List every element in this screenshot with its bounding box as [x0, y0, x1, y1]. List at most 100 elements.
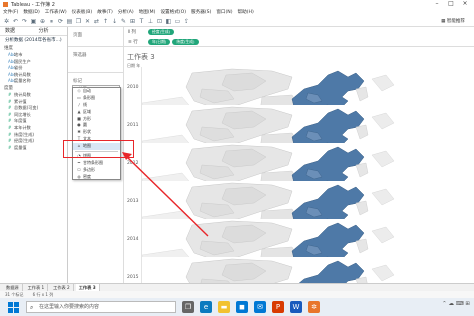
minimize-icon[interactable]: – — [430, 0, 444, 8]
field-item[interactable]: # 同比增长 — [0, 112, 67, 119]
mark-type-option[interactable]: ✱ 形状 — [73, 129, 120, 136]
mark-type-option[interactable]: ◍ 密度 — [73, 174, 120, 181]
menu-item-9[interactable]: 窗口(N) — [216, 9, 232, 15]
sort-desc-icon[interactable]: ↓ — [111, 18, 118, 25]
field-label: 地市 — [14, 52, 23, 57]
field-item[interactable]: # 总数据(可变) — [0, 105, 67, 112]
sheet-tab[interactable]: 工作表 2 — [50, 284, 74, 291]
pill-longitude[interactable]: 经度(生成) — [148, 29, 175, 35]
columns-shelf[interactable]: ⦀ 列 经度(生成) — [124, 27, 474, 37]
swap-icon[interactable]: ⇄ — [93, 18, 100, 25]
menu-item-0[interactable]: 文件(F) — [3, 9, 18, 15]
clear-sheet-icon[interactable]: ✕ — [84, 18, 91, 25]
sheet-tab[interactable]: 工作表 1 — [25, 284, 49, 291]
pill-year[interactable]: 年(日期) — [148, 39, 171, 45]
tableau-taskbar-icon[interactable]: ✲ — [308, 301, 320, 313]
windows-start-icon[interactable] — [6, 300, 20, 314]
pages-card[interactable]: 页面 — [68, 27, 124, 47]
sheet-tab[interactable]: 数据源 — [3, 284, 23, 291]
menu-item-10[interactable]: 帮助(H) — [238, 9, 254, 15]
run-update-icon[interactable]: ⟳ — [57, 18, 64, 25]
status-rows-cols: 6 行 x 1 列 — [32, 292, 54, 297]
field-item[interactable]: # 度量值 — [0, 145, 67, 152]
field-label: 经度(生成) — [14, 138, 35, 144]
store-icon[interactable]: ◼ — [236, 301, 248, 313]
field-item[interactable]: Abc 统计局数 — [0, 72, 67, 79]
rows-shelf[interactable]: ≡ 行 年(日期) 纬度(生成) — [124, 37, 474, 47]
mark-type-option[interactable]: ⬠ 多边形 — [73, 167, 120, 174]
mark-type-option[interactable]: ═ 甘特条形图 — [73, 160, 120, 167]
mark-type-label: 多边形 — [83, 166, 95, 172]
fit-icon[interactable]: ⊡ — [156, 18, 163, 25]
maximize-icon[interactable]: □ — [444, 0, 458, 8]
task-view-icon[interactable]: ❐ — [182, 301, 194, 313]
row-year-label: 2014 — [127, 237, 139, 242]
mark-type-option[interactable]: ∕ 线 — [73, 102, 120, 109]
field-item[interactable]: Abc 国民生产 — [0, 59, 67, 66]
mark-type-option[interactable]: ▭ 条形图 — [73, 95, 120, 102]
edge-icon[interactable]: e — [200, 301, 212, 313]
powerpoint-icon[interactable]: P — [272, 301, 284, 313]
pill-latitude[interactable]: 纬度(生成) — [172, 39, 199, 45]
field-item[interactable]: # 统计局数 — [0, 92, 67, 99]
field-item[interactable]: Abc 度量名称 — [0, 78, 67, 85]
mark-type-option[interactable]: ● 圆 — [73, 122, 120, 129]
new-sheet-icon[interactable]: ▤ — [66, 18, 73, 25]
duplicate-sheet-icon[interactable]: ❐ — [75, 18, 82, 25]
sheet-tab[interactable]: 工作表 3 — [75, 284, 100, 291]
tableau-home-icon[interactable]: ✲ — [3, 18, 10, 25]
taskbar-search-input[interactable]: ⌕ 在这里输入你要搜索的内容 — [26, 301, 176, 313]
field-item[interactable]: Abc 省份 — [0, 65, 67, 72]
filters-card-label: 筛选器 — [73, 53, 87, 58]
window-title: Tableau - 工作簿 2 — [11, 1, 55, 8]
mark-type-icon: ═ — [77, 159, 81, 165]
field-label: 省份 — [14, 65, 23, 71]
mark-type-icon: ■ — [77, 115, 81, 121]
menu-item-4[interactable]: 故事(T) — [97, 9, 113, 15]
mark-type-label: 线 — [83, 101, 87, 107]
group-icon[interactable]: ⊞ — [129, 18, 136, 25]
menu-item-6[interactable]: 地图(M) — [139, 9, 156, 15]
file-explorer-icon[interactable]: ▬ — [218, 301, 230, 313]
field-item[interactable]: # 本年计数 — [0, 125, 67, 132]
field-item[interactable]: Abc 地市 — [0, 52, 67, 59]
highlight-icon[interactable]: ✎ — [120, 18, 127, 25]
mail-icon[interactable]: ✉ — [254, 301, 266, 313]
menu-item-8[interactable]: 服务器(S) — [191, 9, 211, 15]
field-item[interactable]: # 经度(生成) — [0, 138, 67, 145]
new-datasource-icon[interactable]: ⊕ — [39, 18, 46, 25]
redo-icon[interactable]: ↷ — [21, 18, 28, 25]
close-icon[interactable]: × — [458, 0, 472, 8]
menu-item-3[interactable]: 仪表板(B) — [72, 9, 93, 15]
menu-item-5[interactable]: 分析(A) — [118, 9, 134, 15]
fix-axes-icon[interactable]: ⊥ — [147, 18, 154, 25]
save-icon[interactable]: ▣ — [30, 18, 37, 25]
mark-type-option[interactable]: ◇ 自动 — [73, 88, 120, 95]
pause-updates-icon[interactable]: ⏸ — [48, 18, 55, 25]
tooltip-icon[interactable]: ◧ — [165, 18, 172, 25]
undo-icon[interactable]: ↶ — [12, 18, 19, 25]
show-me-button[interactable]: ▦ 智能推荐 — [436, 18, 470, 25]
field-item[interactable]: # 年度值 — [0, 118, 67, 125]
tab-data[interactable]: 数据 — [0, 27, 34, 35]
map-panel[interactable] — [142, 257, 462, 283]
mark-type-icon: ◍ — [77, 173, 81, 179]
menu-bar: 文件(F) 数据(D) 工作表(W) 仪表板(B) 故事(T) 分析(A) 地图(M) 设置格… — [0, 8, 474, 16]
status-marks: 31 个标记 — [5, 292, 24, 297]
tab-analytics[interactable]: 分析 — [34, 27, 68, 35]
menu-item-1[interactable]: 数据(D) — [23, 9, 39, 15]
mark-type-label: 自动 — [83, 88, 91, 93]
mark-type-option[interactable]: ■ 方形 — [73, 116, 120, 123]
mark-type-option[interactable]: ▲ 区域 — [73, 109, 120, 116]
presentation-icon[interactable]: ▭ — [174, 18, 181, 25]
labels-icon[interactable]: T — [138, 18, 145, 25]
datasource-item[interactable]: 分析数据 (2014年各省市...) — [0, 36, 67, 45]
menu-item-2[interactable]: 工作表(W) — [45, 9, 67, 15]
word-icon[interactable]: W — [290, 301, 302, 313]
view-canvas[interactable]: 工作表 3 日期 年 2010 2011 2012 2013 2014 2015 — [124, 47, 474, 283]
row-year-label: 2012 — [127, 161, 139, 166]
sort-asc-icon[interactable]: ↑ — [102, 18, 109, 25]
share-icon[interactable]: ⇪ — [183, 18, 190, 25]
menu-item-7[interactable]: 设置格式(O) — [160, 9, 186, 15]
filters-card[interactable]: 筛选器 — [68, 47, 124, 73]
